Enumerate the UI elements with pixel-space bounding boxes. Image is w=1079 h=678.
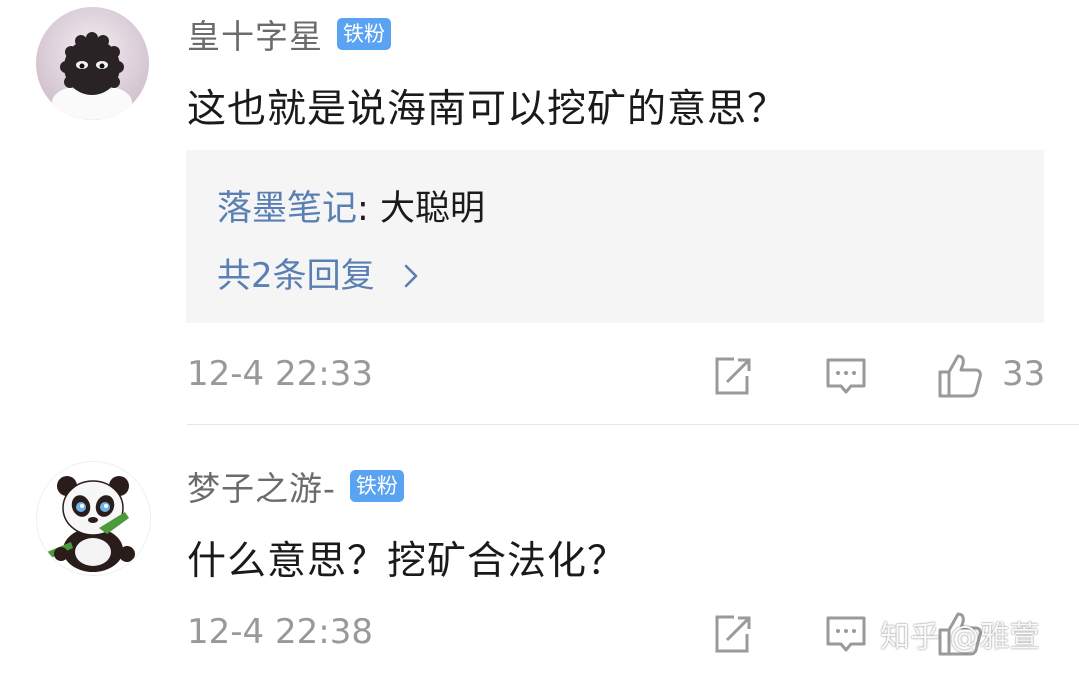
panda-avatar-icon bbox=[37, 462, 150, 575]
view-replies-link[interactable]: 共2条回复 bbox=[217, 248, 419, 297]
watermark: 知乎 @雅萱 bbox=[880, 620, 1040, 655]
user-avatar[interactable] bbox=[36, 461, 151, 576]
view-replies-label: 共2条回复 bbox=[217, 256, 375, 296]
comment-text: 这也就是说海南可以挖矿的意思？ bbox=[187, 87, 788, 132]
username[interactable]: 梦子之游- bbox=[187, 462, 336, 510]
reply-author[interactable]: 落墨笔记 bbox=[217, 189, 357, 229]
reply-text: 大聪明 bbox=[379, 189, 485, 229]
comment-icon[interactable] bbox=[824, 612, 868, 656]
reply-preview: 落墨笔记: 大聪明 bbox=[217, 180, 485, 231]
reply-preview-box[interactable]: 落墨笔记: 大聪明 共2条回复 bbox=[186, 150, 1044, 323]
share-icon[interactable] bbox=[710, 612, 754, 656]
like-count: 33 bbox=[1002, 354, 1046, 394]
comment-time: 12-4 22:38 bbox=[187, 612, 373, 652]
comment-icon[interactable] bbox=[824, 354, 868, 398]
user-avatar[interactable] bbox=[36, 7, 149, 120]
chevron-right-icon bbox=[403, 256, 419, 296]
comment-divider bbox=[187, 424, 1079, 425]
share-icon[interactable] bbox=[710, 354, 754, 398]
username[interactable]: 皇十字星 bbox=[187, 10, 323, 58]
black-furball-avatar-icon bbox=[36, 7, 149, 120]
comment-meta: 12-4 22:33 33 bbox=[0, 352, 1079, 402]
fan-badge: 铁粉 bbox=[349, 470, 404, 502]
thumbs-up-icon[interactable] bbox=[936, 352, 984, 400]
fan-badge: 铁粉 bbox=[337, 18, 391, 50]
comment-time: 12-4 22:33 bbox=[187, 354, 373, 394]
comment-text: 什么意思？挖矿合法化？ bbox=[187, 539, 628, 584]
reply-separator: : bbox=[357, 189, 380, 229]
